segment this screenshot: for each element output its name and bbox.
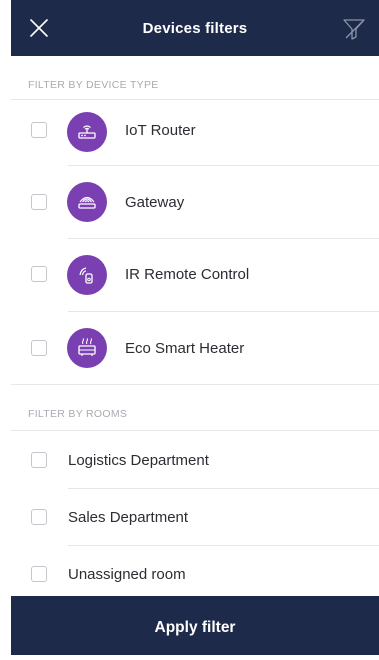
room-item-sales[interactable]: Sales Department	[11, 489, 379, 545]
device-type-label: IoT Router	[125, 122, 196, 139]
checkbox[interactable]	[31, 266, 47, 282]
room-label: Unassigned room	[68, 566, 186, 583]
checkbox[interactable]	[31, 452, 47, 468]
clear-filter-button[interactable]	[341, 16, 367, 42]
checkbox[interactable]	[31, 194, 47, 210]
device-type-label: Eco Smart Heater	[125, 340, 245, 357]
checkbox[interactable]	[31, 122, 47, 138]
room-item-logistics[interactable]: Logistics Department	[11, 431, 379, 488]
device-type-section-label: FILTER BY DEVICE TYPE	[28, 79, 159, 91]
filter-panel: Devices filters FILTER BY DEVICE TYPE Io…	[11, 0, 379, 655]
filter-clear-icon	[343, 19, 365, 40]
device-icon-badge	[67, 328, 107, 368]
checkbox[interactable]	[31, 509, 47, 525]
divider	[11, 384, 379, 385]
room-item-unassigned[interactable]: Unassigned room	[11, 546, 379, 596]
device-type-item-iot-router[interactable]: IoT Router	[11, 100, 379, 165]
room-label: Logistics Department	[68, 452, 209, 469]
router-icon	[78, 125, 96, 139]
device-icon-badge	[67, 112, 107, 152]
device-type-label: Gateway	[125, 194, 185, 211]
header-bar: Devices filters	[11, 0, 379, 56]
device-type-label: IR Remote Control	[125, 266, 250, 283]
gateway-icon	[78, 196, 96, 209]
checkbox[interactable]	[31, 340, 47, 356]
device-icon-badge	[67, 255, 107, 295]
device-icon-badge	[67, 182, 107, 222]
rooms-section-label: FILTER BY ROOMS	[28, 408, 128, 420]
page-title: Devices filters	[142, 20, 248, 37]
device-type-item-gateway[interactable]: Gateway	[11, 166, 379, 238]
apply-filter-label: Apply filter	[154, 619, 236, 636]
heater-icon	[78, 338, 96, 356]
device-type-item-ir-remote[interactable]: IR Remote Control	[11, 239, 379, 311]
device-type-item-eco-heater[interactable]: Eco Smart Heater	[11, 312, 379, 384]
apply-filter-button[interactable]: Apply filter	[11, 596, 379, 655]
room-label: Sales Department	[68, 509, 189, 526]
ir-remote-icon	[79, 267, 93, 284]
checkbox[interactable]	[31, 566, 47, 582]
